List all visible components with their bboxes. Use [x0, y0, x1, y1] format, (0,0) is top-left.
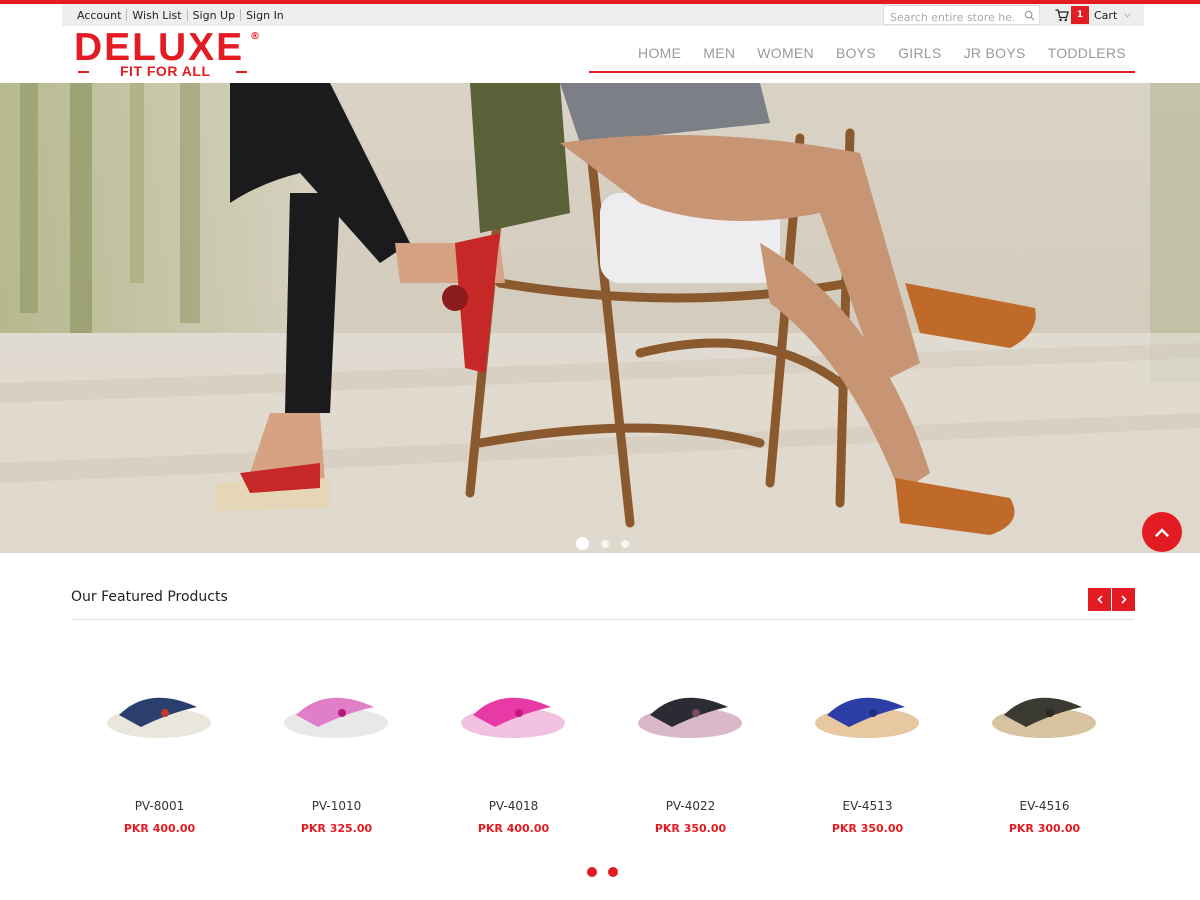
product-price: PKR 400.00 — [123, 822, 196, 835]
product-price: PKR 300.00 — [1008, 822, 1081, 835]
cart-button[interactable]: 1 Cart — [1055, 6, 1132, 24]
carousel-pagination — [587, 867, 629, 877]
scroll-to-top-button[interactable] — [1142, 512, 1182, 552]
search-icon[interactable] — [1024, 10, 1035, 21]
slide-dot-2[interactable] — [601, 539, 609, 548]
product-code[interactable]: EV-4513 — [779, 799, 956, 813]
chevron-right-icon — [1120, 595, 1127, 604]
search-box — [883, 5, 1040, 27]
slide-dot-1[interactable] — [576, 537, 589, 550]
product-price: PKR 350.00 — [831, 822, 904, 835]
main-navigation: HOME MEN WOMEN BOYS GIRLS JR BOYS TODDLE… — [589, 45, 1135, 73]
product-code[interactable]: PV-8001 — [71, 799, 248, 813]
chevron-up-icon — [1155, 527, 1169, 537]
product-image[interactable] — [79, 655, 239, 770]
featured-products-title: Our Featured Products — [71, 589, 228, 605]
cart-label: Cart — [1094, 8, 1118, 22]
product-code[interactable]: PV-1010 — [248, 799, 425, 813]
sign-in-link[interactable]: Sign In — [241, 9, 289, 22]
logo-dash-right — [236, 71, 247, 73]
sign-up-link[interactable]: Sign Up — [188, 9, 241, 22]
nav-item-toddlers[interactable]: TODDLERS — [1048, 45, 1126, 71]
product-price: PKR 400.00 — [477, 822, 550, 835]
logo-dash-left — [78, 71, 89, 73]
site-logo[interactable]: DELUXE ® FIT FOR ALL — [74, 26, 264, 81]
registered-mark: ® — [250, 31, 260, 42]
product-card[interactable]: PV-1010 PKR 325.00 — [248, 640, 425, 840]
product-card[interactable]: PV-4022 PKR 350.00 — [602, 640, 779, 840]
slide-dot-3[interactable] — [621, 539, 629, 548]
product-code[interactable]: PV-4022 — [602, 799, 779, 813]
account-links: Account Wish List Sign Up Sign In — [77, 4, 289, 26]
wish-list-link[interactable]: Wish List — [127, 9, 186, 22]
product-price: PKR 350.00 — [654, 822, 727, 835]
carousel-page-dot-2[interactable] — [608, 867, 618, 877]
hero-image — [0, 83, 1200, 553]
product-code[interactable]: PV-4018 — [425, 799, 602, 813]
nav-item-women[interactable]: WOMEN — [757, 45, 814, 71]
product-image[interactable] — [433, 655, 593, 770]
cart-count-badge: 1 — [1071, 6, 1089, 24]
section-divider — [71, 619, 1134, 620]
cart-icon — [1055, 8, 1069, 21]
product-price: PKR 325.00 — [300, 822, 373, 835]
nav-item-men[interactable]: MEN — [703, 45, 735, 71]
carousel-prev-button[interactable] — [1088, 588, 1111, 611]
product-image[interactable] — [610, 655, 770, 770]
nav-item-home[interactable]: HOME — [638, 45, 681, 71]
carousel-page-dot-1[interactable] — [587, 867, 597, 877]
product-image[interactable] — [787, 655, 947, 770]
chevron-left-icon — [1096, 595, 1103, 604]
product-card[interactable]: PV-4018 PKR 400.00 — [425, 640, 602, 840]
product-card[interactable]: EV-4513 PKR 350.00 — [779, 640, 956, 840]
top-utility-bar: Account Wish List Sign Up Sign In 1 Cart — [62, 4, 1144, 27]
chevron-down-icon — [1124, 12, 1132, 18]
featured-products-carousel: PV-8001 PKR 400.00 PV-1010 PKR 325.00 PV… — [71, 640, 1134, 850]
product-card[interactable]: PV-8001 PKR 400.00 — [71, 640, 248, 840]
product-image[interactable] — [256, 655, 416, 770]
account-link[interactable]: Account — [77, 9, 126, 22]
product-image[interactable] — [964, 655, 1124, 770]
search-input[interactable] — [884, 8, 1014, 27]
nav-item-boys[interactable]: BOYS — [836, 45, 876, 71]
nav-item-girls[interactable]: GIRLS — [898, 45, 942, 71]
product-card[interactable]: EV-4516 PKR 300.00 — [956, 640, 1133, 840]
nav-item-jr-boys[interactable]: JR BOYS — [964, 45, 1026, 71]
hero-slide-indicators — [576, 537, 641, 550]
product-code[interactable]: EV-4516 — [956, 799, 1133, 813]
hero-banner[interactable] — [0, 83, 1200, 553]
carousel-arrows — [1087, 588, 1135, 611]
carousel-next-button[interactable] — [1112, 588, 1135, 611]
logo-tagline: FIT FOR ALL — [120, 63, 211, 79]
